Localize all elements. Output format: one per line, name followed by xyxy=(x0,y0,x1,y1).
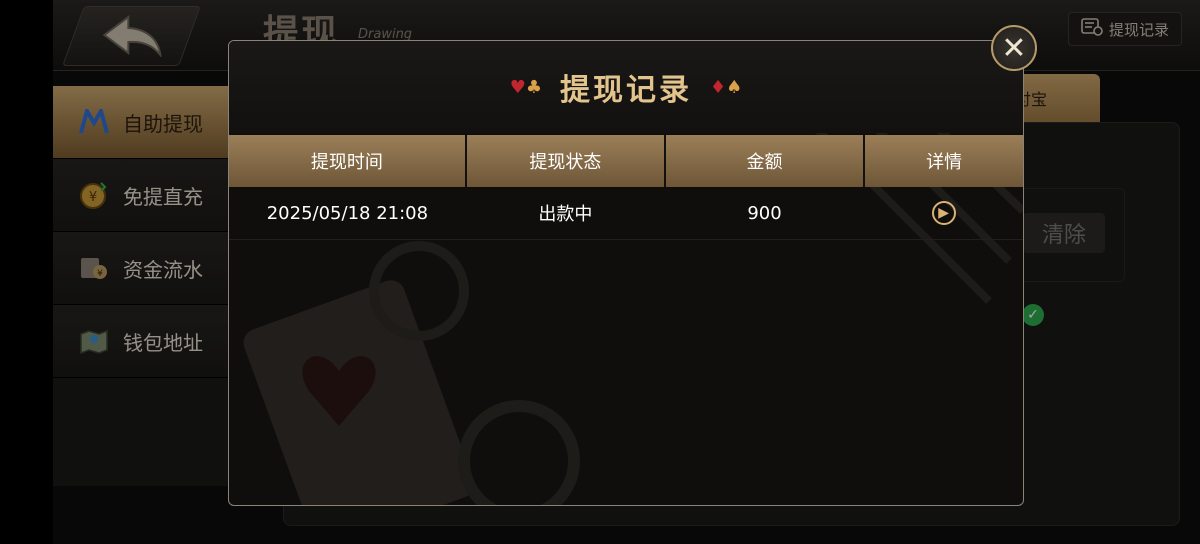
column-header-detail: 详情 xyxy=(864,135,1023,187)
detail-arrow-icon[interactable]: ▶ xyxy=(931,201,956,225)
record-amount: 900 xyxy=(664,187,865,240)
close-icon[interactable]: ✕ xyxy=(991,25,1037,71)
record-time: 2025/05/18 21:08 xyxy=(229,187,466,240)
dialog-header: ♥♣ 提现记录 ♦♠ xyxy=(229,41,1023,133)
records-table: 提现时间 提现状态 金额 详情 2025/05/18 21:08 出款中 900… xyxy=(229,135,1023,240)
withdraw-record-dialog: ♥♣ 提现记录 ♦♠ 提现时间 提现状态 金额 详情 2025/05/18 21… xyxy=(228,40,1024,506)
column-header-amount: 金额 xyxy=(664,135,866,187)
record-detail-cell: ▶ xyxy=(864,187,1023,240)
heart-club-icon: ♥♣ xyxy=(509,76,542,98)
record-status: 出款中 xyxy=(465,187,665,240)
dialog-title: 提现记录 xyxy=(560,73,692,108)
column-header-time: 提现时间 xyxy=(229,135,467,187)
table-row: 2025/05/18 21:08 出款中 900 ▶ xyxy=(229,187,1023,240)
table-header-row: 提现时间 提现状态 金额 详情 xyxy=(229,135,1023,187)
column-header-status: 提现状态 xyxy=(465,135,666,187)
diamond-spade-icon: ♦♠ xyxy=(710,76,743,98)
